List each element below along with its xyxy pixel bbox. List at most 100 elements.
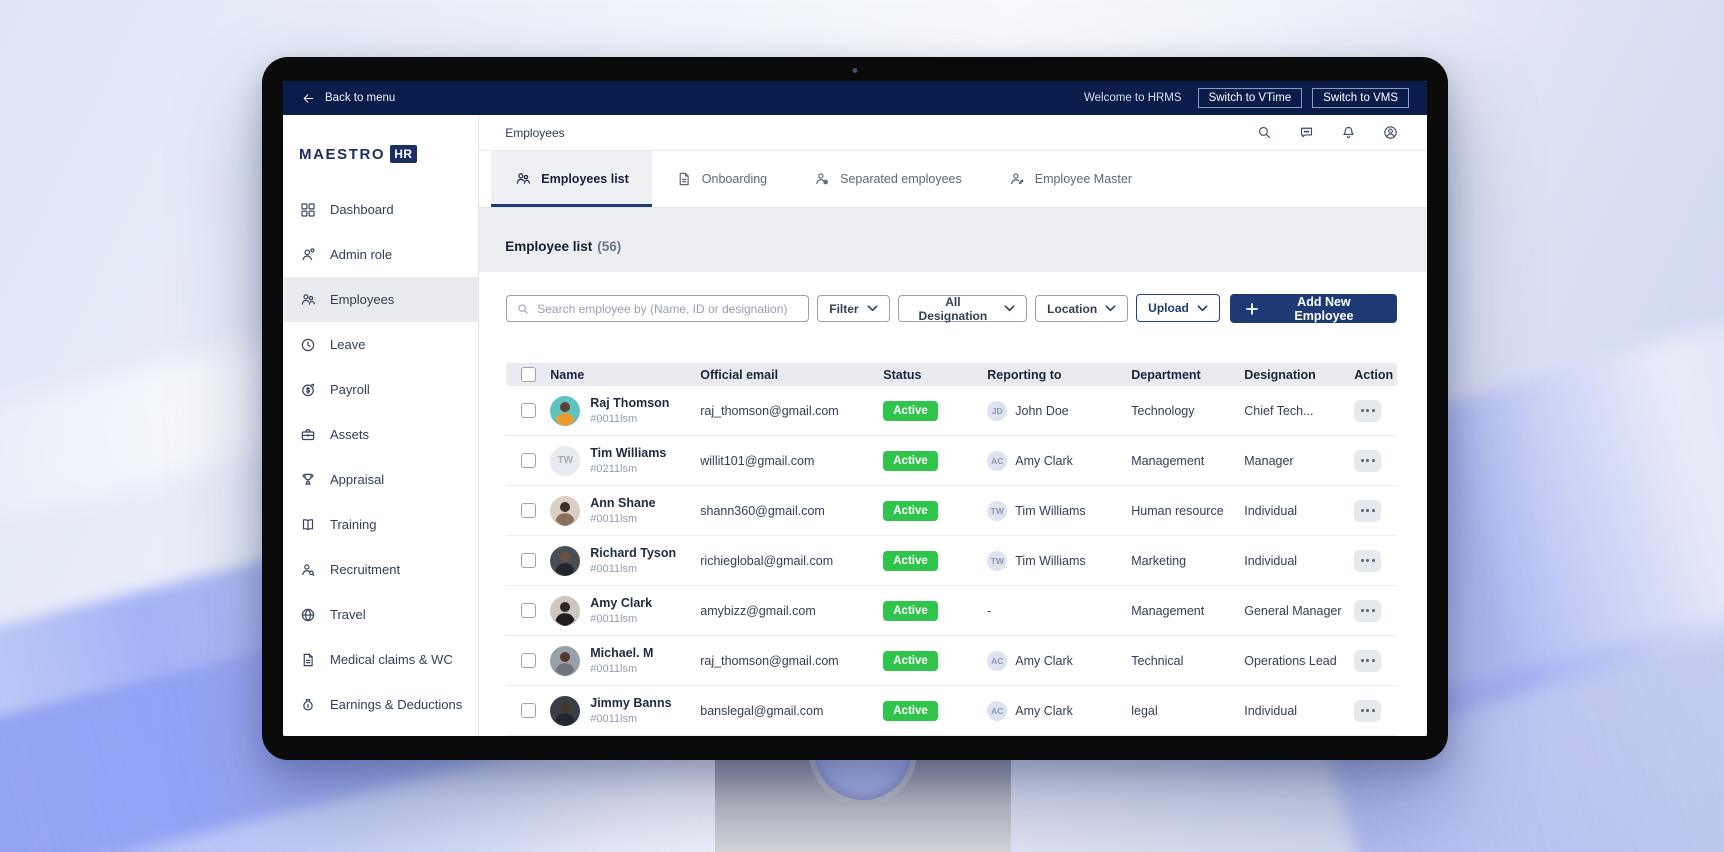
sidebar-item-leave[interactable]: Leave — [283, 322, 478, 367]
designation-dropdown[interactable]: All Designation — [897, 295, 1028, 323]
profile-icon[interactable] — [1382, 124, 1399, 141]
tab-employee-master[interactable]: Employee Master — [985, 151, 1155, 207]
brand-logo[interactable]: MAESTRO HR — [283, 115, 478, 187]
official-email: willit101@gmail.com — [700, 453, 815, 468]
search-input[interactable] — [537, 301, 800, 316]
column-header-designation: Designation — [1244, 367, 1316, 382]
avatar — [550, 645, 581, 676]
employee-id: #0011lsm — [590, 613, 638, 625]
add-new-employee-button[interactable]: Add New Employee — [1229, 294, 1397, 323]
avatar — [550, 545, 581, 576]
chat-icon[interactable] — [1298, 124, 1315, 141]
sidebar-item-medical-claims-wc[interactable]: Medical claims & WC — [283, 637, 478, 682]
tab-label: Employees list — [541, 172, 629, 186]
tab-label: Separated employees — [840, 172, 962, 186]
sidebar-item-payroll[interactable]: Payroll — [283, 367, 478, 412]
tab-label: Onboarding — [701, 172, 768, 186]
sidebar-item-label: Medical claims & WC — [330, 652, 453, 667]
sidebar-item-admin-role[interactable]: Admin role — [283, 232, 478, 277]
column-header-status: Status — [883, 367, 922, 382]
status-badge: Active — [883, 450, 938, 471]
official-email: raj_thomson@gmail.com — [700, 403, 839, 418]
app-screen: Back to menu Welcome to HRMS Switch to V… — [283, 81, 1427, 736]
reporting-name: Amy Clark — [1015, 703, 1073, 718]
table-row: TW Tim Williams #0211lsm willit101@gmail… — [506, 436, 1397, 486]
designation: Manager — [1244, 453, 1294, 468]
sidebar-item-assets[interactable]: Assets — [283, 412, 478, 457]
search-icon — [516, 302, 530, 316]
back-to-menu-button[interactable]: Back to menu — [301, 91, 395, 106]
table-body: Raj Thomson #0011lsm raj_thomson@gmail.c… — [506, 386, 1397, 736]
switch-to-vtime-button[interactable]: Switch to VTime — [1197, 88, 1303, 108]
bell-icon[interactable] — [1340, 124, 1357, 141]
row-checkbox[interactable] — [520, 603, 536, 618]
status-badge: Active — [883, 550, 938, 571]
sidebar-item-travel[interactable]: Travel — [283, 592, 478, 637]
webcam-dot — [852, 68, 858, 73]
content-header: Employees — [479, 115, 1427, 151]
people-icon — [299, 291, 317, 309]
row-checkbox[interactable] — [520, 653, 536, 668]
row-actions-button[interactable] — [1354, 399, 1382, 422]
tab-onboarding[interactable]: Onboarding — [652, 151, 790, 207]
employee-id: #0211lsm — [590, 463, 638, 475]
reporting-to: AC Amy Clark — [987, 700, 1131, 721]
location-dropdown[interactable]: Location — [1035, 295, 1129, 322]
tab-label: Employee Master — [1034, 172, 1132, 186]
employee-id: #0011lsm — [590, 413, 638, 425]
tab-employees-list[interactable]: Employees list — [491, 151, 652, 207]
avatar — [550, 595, 581, 626]
search-icon[interactable] — [1256, 124, 1273, 141]
reporting-avatar-chip: TW — [987, 500, 1008, 521]
sidebar-item-dashboard[interactable]: Dashboard — [283, 187, 478, 232]
department: Technology — [1131, 403, 1195, 418]
employee-search[interactable] — [506, 295, 810, 322]
monitor-stand — [715, 704, 1011, 852]
sidebar-item-label: Payroll — [330, 382, 370, 397]
chevron-down-icon — [1004, 303, 1015, 314]
row-checkbox[interactable] — [520, 553, 536, 568]
department: Technical — [1131, 653, 1184, 668]
row-actions-button[interactable] — [1354, 599, 1382, 622]
sidebar-item-training[interactable]: Training — [283, 502, 478, 547]
recruitment-icon — [299, 561, 317, 579]
upload-dropdown[interactable]: Upload — [1136, 294, 1220, 322]
column-header-official-email: Official email — [700, 367, 779, 382]
switch-to-vms-button[interactable]: Switch to VMS — [1312, 88, 1409, 108]
reporting-avatar-chip: AC — [987, 450, 1008, 471]
select-all-checkbox[interactable] — [520, 367, 536, 382]
breadcrumb: Employees — [505, 125, 565, 140]
column-header-department: Department — [1131, 367, 1201, 382]
toolbar: Filter All Designation Location — [506, 294, 1397, 323]
reporting-to: - — [987, 603, 992, 618]
designation: Individual — [1244, 553, 1298, 568]
sidebar-item-label: Recruitment — [330, 562, 401, 577]
sidebar-item-label: Dashboard — [330, 202, 394, 217]
sidebar-item-earnings-deductions[interactable]: Earnings & Deductions — [283, 682, 478, 727]
row-checkbox[interactable] — [520, 453, 536, 468]
sidebar-item-appraisal[interactable]: Appraisal — [283, 457, 478, 502]
filter-dropdown[interactable]: Filter — [817, 295, 890, 322]
row-actions-button[interactable] — [1354, 449, 1382, 472]
sidebar-item-label: Leave — [330, 337, 366, 352]
reporting-name: Tim Williams — [1015, 503, 1086, 518]
reporting-to: JD John Doe — [987, 400, 1131, 421]
arrow-left-icon — [301, 91, 316, 106]
row-actions-button[interactable] — [1354, 499, 1382, 522]
row-checkbox[interactable] — [520, 703, 536, 718]
status-badge: Active — [883, 700, 938, 721]
row-actions-button[interactable] — [1354, 649, 1382, 672]
money-bag-icon — [299, 696, 317, 714]
person-remove-icon — [813, 170, 831, 188]
row-checkbox[interactable] — [520, 403, 536, 418]
tab-separated-employees[interactable]: Separated employees — [790, 151, 985, 207]
globe-icon — [299, 606, 317, 624]
sidebar-item-employees[interactable]: Employees — [283, 277, 479, 322]
official-email: amybizz@gmail.com — [700, 603, 816, 618]
sidebar-item-recruitment[interactable]: Recruitment — [283, 547, 478, 592]
sidebar-item-label: Assets — [330, 427, 370, 442]
row-checkbox[interactable] — [520, 503, 536, 518]
row-actions-button[interactable] — [1354, 699, 1382, 722]
tab-bar: Employees list Onboarding Separated employ… — [479, 151, 1427, 208]
row-actions-button[interactable] — [1354, 549, 1382, 572]
